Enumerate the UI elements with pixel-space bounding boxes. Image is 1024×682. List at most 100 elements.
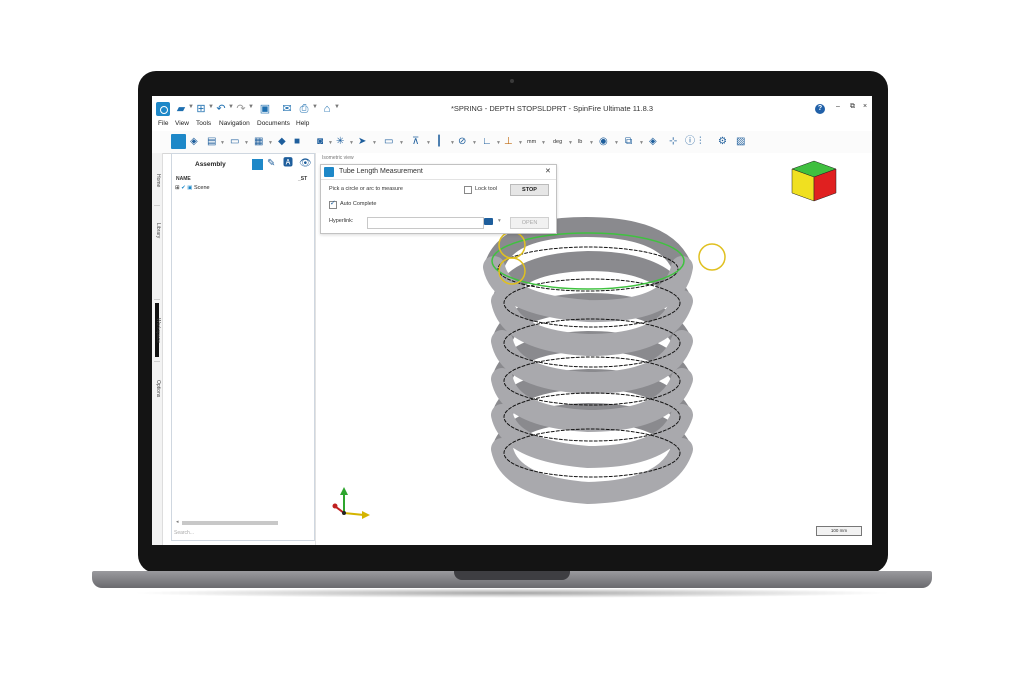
lock-tool-checkbox[interactable]: [464, 186, 472, 194]
chevron-down-icon[interactable]: ▼: [614, 140, 619, 146]
display-icon[interactable]: ▭: [230, 135, 239, 148]
snapshot-icon[interactable]: ⌂: [320, 102, 334, 116]
chevron-down-icon[interactable]: ▼: [248, 104, 254, 110]
view-cube[interactable]: [791, 160, 837, 202]
chevron-down-icon[interactable]: ▼: [399, 140, 404, 146]
open-folder-icon[interactable]: ▰: [174, 102, 188, 116]
chevron-down-icon[interactable]: ▼: [268, 140, 273, 146]
chevron-down-icon[interactable]: ▼: [450, 140, 455, 146]
info-icon[interactable]: ⓘ: [685, 135, 695, 148]
explode-icon[interactable]: ✳: [336, 135, 344, 148]
chevron-down-icon[interactable]: ▼: [328, 140, 333, 146]
stop-button[interactable]: STOP: [510, 184, 549, 196]
tab-workspace[interactable]: Workspace: [153, 303, 161, 357]
color-wheel-icon[interactable]: ◉: [599, 135, 608, 148]
email-icon[interactable]: ✉: [280, 102, 294, 116]
help-icon[interactable]: ?: [815, 104, 825, 114]
eye-icon[interactable]: 👁: [299, 158, 312, 170]
menu-view[interactable]: View: [175, 120, 189, 127]
cylinder-icon[interactable]: ◙: [317, 135, 323, 148]
tube-length-dialog: Tube Length Measurement ✕ Pick a circle …: [320, 164, 557, 234]
visibility-check-icon[interactable]: ✔: [181, 185, 186, 191]
chevron-down-icon[interactable]: ▼: [372, 140, 377, 146]
auto-complete-label[interactable]: Auto Complete: [340, 201, 376, 207]
open-button[interactable]: OPEN: [510, 217, 549, 229]
chevron-down-icon[interactable]: ▼: [426, 140, 431, 146]
edit-icon[interactable]: ✎: [267, 158, 275, 170]
chevron-down-icon[interactable]: ▾: [498, 218, 501, 224]
scroll-left-icon[interactable]: ◂: [176, 519, 179, 525]
chevron-down-icon[interactable]: ▼: [568, 140, 573, 146]
grid-view-icon[interactable]: [252, 159, 263, 170]
settings-gear-icon[interactable]: ⚙: [718, 135, 727, 148]
import-icon[interactable]: ▤: [207, 135, 216, 148]
minimize-button[interactable]: –: [836, 103, 840, 110]
chevron-down-icon[interactable]: ▼: [312, 104, 318, 110]
menu-file[interactable]: File: [158, 120, 168, 127]
menu-tools[interactable]: Tools: [196, 120, 211, 127]
search-input[interactable]: Search...: [174, 530, 194, 536]
hyperlink-input[interactable]: [367, 217, 484, 229]
menu-help[interactable]: Help: [296, 120, 309, 127]
chevron-down-icon[interactable]: ▼: [518, 140, 523, 146]
compare-icon[interactable]: ⧉: [625, 135, 632, 148]
select-tool-button[interactable]: [171, 134, 186, 149]
column-status[interactable]: _ST: [298, 176, 307, 182]
chevron-down-icon[interactable]: ▼: [220, 140, 225, 146]
solid-icon[interactable]: ■: [294, 135, 300, 148]
print-icon[interactable]: ⎙: [297, 102, 311, 116]
annotate-icon[interactable]: ➤: [358, 135, 366, 148]
chevron-down-icon[interactable]: ▼: [472, 140, 477, 146]
measure-diameter-icon[interactable]: ⊘: [458, 135, 466, 148]
text-icon[interactable]: 🅰: [283, 158, 293, 170]
chevron-down-icon[interactable]: ▼: [244, 140, 249, 146]
folder-icon[interactable]: [484, 218, 493, 225]
chevron-down-icon[interactable]: ▼: [541, 140, 546, 146]
menu-navigation[interactable]: Navigation: [219, 120, 250, 127]
tab-library[interactable]: Library: [153, 209, 161, 253]
mass-units[interactable]: lb: [578, 139, 582, 145]
laptop-shadow: [130, 588, 894, 598]
expand-icon[interactable]: ⊞: [175, 185, 180, 191]
menu-bar: File View Tools Navigation Documents Hel…: [152, 117, 872, 129]
scrollbar-thumb[interactable]: [182, 521, 278, 525]
measure-length-icon[interactable]: ┃: [436, 135, 442, 148]
redo-icon[interactable]: ↷: [234, 102, 248, 116]
chevron-down-icon[interactable]: ▼: [589, 140, 594, 146]
measure-point-icon[interactable]: ⊥: [504, 135, 513, 148]
auto-complete-checkbox[interactable]: [329, 199, 337, 209]
menu-documents[interactable]: Documents: [257, 120, 290, 127]
assembly-icon[interactable]: ◈: [649, 135, 657, 148]
measure-angle-icon[interactable]: ∟: [482, 135, 492, 148]
tree-row-label: Scene: [194, 185, 210, 191]
column-name[interactable]: NAME: [176, 176, 191, 182]
restore-button[interactable]: ⧉: [850, 103, 855, 111]
cube-icon[interactable]: ◆: [278, 135, 286, 148]
horizontal-scrollbar[interactable]: ◂: [176, 519, 310, 526]
save-icon[interactable]: ▣: [258, 102, 272, 116]
chevron-down-icon[interactable]: ▼: [496, 140, 501, 146]
tree-row-scene[interactable]: ⊞ ✔ ▣ Scene: [175, 185, 210, 191]
statistics-icon[interactable]: ⫶: [699, 135, 702, 148]
axis-icon[interactable]: ⊹: [669, 135, 677, 148]
angle-units[interactable]: deg: [553, 139, 562, 145]
panel-title: Assembly: [195, 161, 226, 168]
tab-home[interactable]: Home: [153, 161, 161, 201]
chevron-down-icon[interactable]: ▼: [334, 104, 340, 110]
model-icon[interactable]: ◈: [190, 135, 198, 148]
close-icon[interactable]: ✕: [545, 167, 551, 175]
length-units[interactable]: mm: [527, 139, 536, 145]
lock-tool-label[interactable]: Lock tool: [475, 186, 497, 192]
chevron-down-icon[interactable]: ▼: [349, 140, 354, 146]
undo-icon[interactable]: ↶: [214, 102, 228, 116]
close-button[interactable]: ×: [863, 103, 867, 110]
scale-bar: 100 mm: [816, 526, 862, 536]
new-document-icon[interactable]: ⊞: [194, 102, 208, 116]
markup-icon[interactable]: ▭: [384, 135, 393, 148]
report-icon[interactable]: ▨: [736, 135, 745, 148]
dialog-divider: [321, 179, 556, 180]
measure-distance-icon[interactable]: ⊼: [412, 135, 419, 148]
layout-icon[interactable]: ▦: [254, 135, 263, 148]
chevron-down-icon[interactable]: ▼: [639, 140, 644, 146]
tab-options[interactable]: Options: [153, 367, 161, 411]
